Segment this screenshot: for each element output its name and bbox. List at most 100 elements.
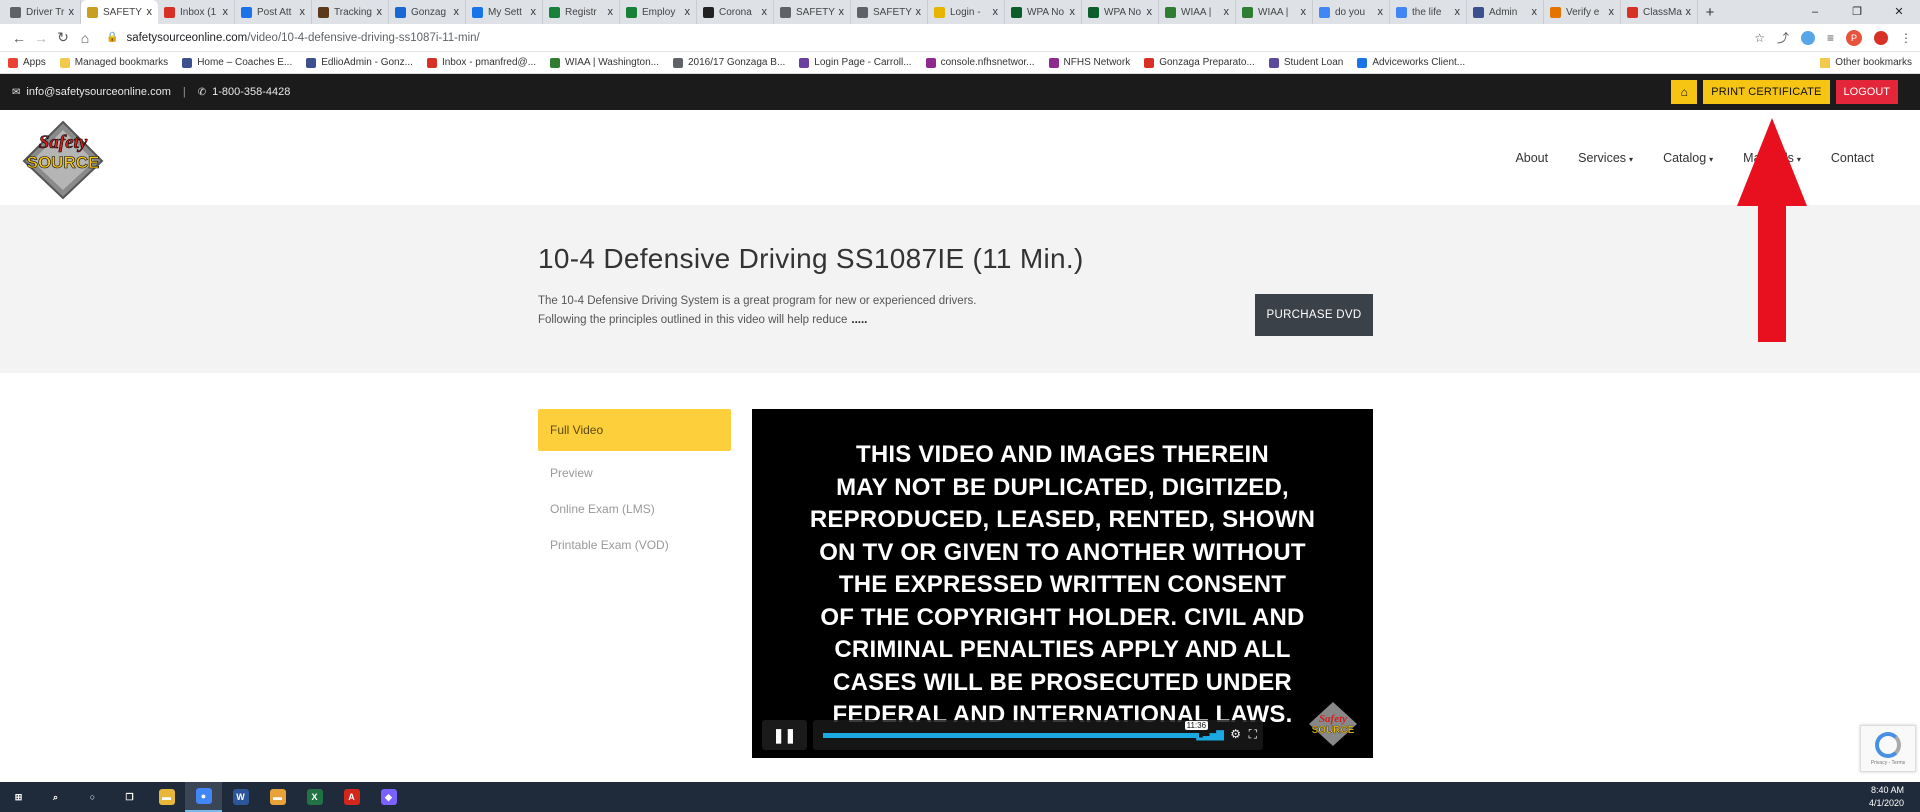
contact-email[interactable]: ✉ info@safetysourceonline.com (12, 86, 171, 98)
browser-tab[interactable]: WPA No x (1005, 0, 1082, 24)
tab-close-icon[interactable]: x (147, 6, 153, 18)
cloud-extension-icon[interactable] (1800, 30, 1815, 45)
extension-arrow-icon[interactable]: ⤴ (1777, 29, 1789, 46)
taskbar-chrome-icon[interactable]: ● (185, 782, 222, 812)
safety-source-logo[interactable]: Safety SOURCE (20, 118, 106, 200)
volume-icon[interactable]: ▂▃▅▇ (1196, 730, 1224, 741)
video-player[interactable]: THIS VIDEO AND IMAGES THEREIN MAY NOT BE … (752, 409, 1373, 758)
tab-close-icon[interactable]: x (1532, 6, 1538, 18)
tab-close-icon[interactable]: x (685, 6, 691, 18)
browser-tab[interactable]: do you x (1313, 0, 1390, 24)
bookmark-item[interactable]: Inbox - pmanfred@... (426, 57, 536, 68)
tab-close-icon[interactable]: x (1147, 6, 1153, 18)
bookmark-item[interactable]: 2016/17 Gonzaga B... (672, 57, 785, 68)
bookmark-item[interactable]: Home – Coaches E... (182, 57, 292, 68)
sidebar-item[interactable]: Printable Exam (VOD) (538, 527, 731, 563)
pause-button[interactable]: ❚❚ (762, 720, 807, 750)
taskbar-excel-icon[interactable]: X (296, 782, 333, 812)
lastpass-extension-icon[interactable] (1874, 30, 1888, 45)
other-bookmarks[interactable]: Other bookmarks (1820, 57, 1912, 68)
sidebar-item[interactable]: Full Video (538, 409, 731, 451)
taskbar-app-icon[interactable]: ◆ (370, 782, 407, 812)
tab-close-icon[interactable]: x (1070, 6, 1076, 18)
browser-tab[interactable]: Admin x (1467, 0, 1544, 24)
tab-close-icon[interactable]: x (993, 6, 999, 18)
tab-close-icon[interactable]: x (69, 6, 75, 18)
bookmark-item[interactable]: console.nfhsnetwor... (925, 57, 1035, 68)
browser-tab[interactable]: SAFETY x (81, 0, 158, 24)
tab-close-icon[interactable]: x (1224, 6, 1230, 18)
browser-tab[interactable]: Corona x (697, 0, 774, 24)
taskbar-search-icon[interactable]: ⌕ (37, 782, 74, 812)
browser-tab[interactable]: the life x (1390, 0, 1467, 24)
tab-close-icon[interactable]: x (762, 6, 768, 18)
tab-close-icon[interactable]: x (916, 6, 922, 18)
bookmark-item[interactable]: Student Loan (1268, 57, 1343, 68)
system-clock[interactable]: 8:40 AM 4/1/2020 (1869, 784, 1904, 810)
tab-close-icon[interactable]: x (531, 6, 537, 18)
browser-tab[interactable]: WPA No x (1082, 0, 1159, 24)
reload-icon[interactable]: ↻ (52, 29, 74, 46)
tab-close-icon[interactable]: x (1455, 6, 1461, 18)
browser-tab[interactable]: Employ x (620, 0, 697, 24)
taskbar-cortana-icon[interactable]: ○ (74, 782, 111, 812)
tab-close-icon[interactable]: x (608, 6, 614, 18)
browser-tab[interactable]: Post Att x (235, 0, 312, 24)
taskbar-outlook-folder-icon[interactable]: ▬ (259, 782, 296, 812)
address-bar[interactable]: 🔒 safetysourceonline.com/video/10-4-defe… (96, 27, 1754, 49)
sidebar-item[interactable]: Preview (538, 455, 731, 491)
nav-item-catalog[interactable]: Catalog ▾ (1663, 151, 1713, 165)
back-icon[interactable]: ← (8, 30, 30, 46)
nav-item-services[interactable]: Services ▾ (1578, 151, 1633, 165)
bookmark-item[interactable]: Adviceworks Client... (1357, 57, 1465, 68)
browser-tab[interactable]: Login - x (928, 0, 1005, 24)
profile-avatar[interactable]: P (1846, 29, 1862, 46)
browser-tab[interactable]: WIAA | x (1236, 0, 1313, 24)
nav-item-contact[interactable]: Contact (1831, 151, 1874, 165)
contact-phone[interactable]: ✆ 1-800-358-4428 (198, 86, 291, 98)
fullscreen-icon[interactable]: ⛶ (1249, 727, 1257, 742)
tab-close-icon[interactable]: x (839, 6, 845, 18)
tab-close-icon[interactable]: x (377, 6, 383, 18)
home-button[interactable]: ⌂ (1671, 80, 1698, 104)
browser-tab[interactable]: My Sett x (466, 0, 543, 24)
tab-close-icon[interactable]: x (1686, 6, 1692, 18)
tab-close-icon[interactable]: x (1609, 6, 1615, 18)
taskbar-file-explorer-icon[interactable]: ▬ (148, 782, 185, 812)
taskbar-acrobat-icon[interactable]: A (333, 782, 370, 812)
nav-item-about[interactable]: About (1515, 151, 1548, 165)
logout-button[interactable]: LOGOUT (1835, 80, 1898, 104)
print-certificate-button[interactable]: PRINT CERTIFICATE (1703, 80, 1830, 104)
bookmark-item[interactable]: Login Page - Carroll... (799, 57, 912, 68)
bookmark-item[interactable]: NFHS Network (1048, 57, 1130, 68)
browser-tab[interactable]: SAFETY x (774, 0, 851, 24)
tab-close-icon[interactable]: x (1301, 6, 1307, 18)
bookmark-item[interactable]: Managed bookmarks (59, 57, 168, 68)
reading-list-icon[interactable]: ≡ (1827, 31, 1834, 45)
taskbar-task-view-icon[interactable]: ❐ (111, 782, 148, 812)
taskbar-start-icon[interactable]: ⊞ (0, 782, 37, 812)
forward-icon[interactable]: → (30, 30, 52, 46)
settings-icon[interactable]: ⚙ (1230, 727, 1241, 741)
browser-tab[interactable]: SAFETY x (851, 0, 928, 24)
browser-tab[interactable]: ClassMa x (1621, 0, 1698, 24)
browser-menu-icon[interactable]: ⋮ (1900, 31, 1912, 45)
tab-close-icon[interactable]: x (454, 6, 460, 18)
sidebar-item[interactable]: Online Exam (LMS) (538, 491, 731, 527)
tab-close-icon[interactable]: x (1378, 6, 1384, 18)
browser-tab[interactable]: WIAA | x (1159, 0, 1236, 24)
browser-tab[interactable]: Tracking x (312, 0, 389, 24)
purchase-dvd-button[interactable]: PURCHASE DVD (1255, 294, 1373, 336)
minimize-button[interactable]: – (1794, 0, 1836, 24)
tab-close-icon[interactable]: x (223, 6, 229, 18)
recaptcha-badge[interactable]: Privacy - Terms (1860, 725, 1916, 772)
bookmark-star-icon[interactable]: ☆ (1754, 31, 1765, 45)
browser-tab[interactable]: Verify e x (1544, 0, 1621, 24)
browser-tab[interactable]: Registr x (543, 0, 620, 24)
new-tab-button[interactable]: + (1698, 4, 1722, 21)
close-window-button[interactable]: ✕ (1878, 0, 1920, 24)
tab-close-icon[interactable]: x (300, 6, 306, 18)
bookmark-item[interactable]: WIAA | Washington... (550, 57, 659, 68)
home-icon[interactable]: ⌂ (74, 30, 96, 46)
browser-tab[interactable]: Gonzag x (389, 0, 466, 24)
